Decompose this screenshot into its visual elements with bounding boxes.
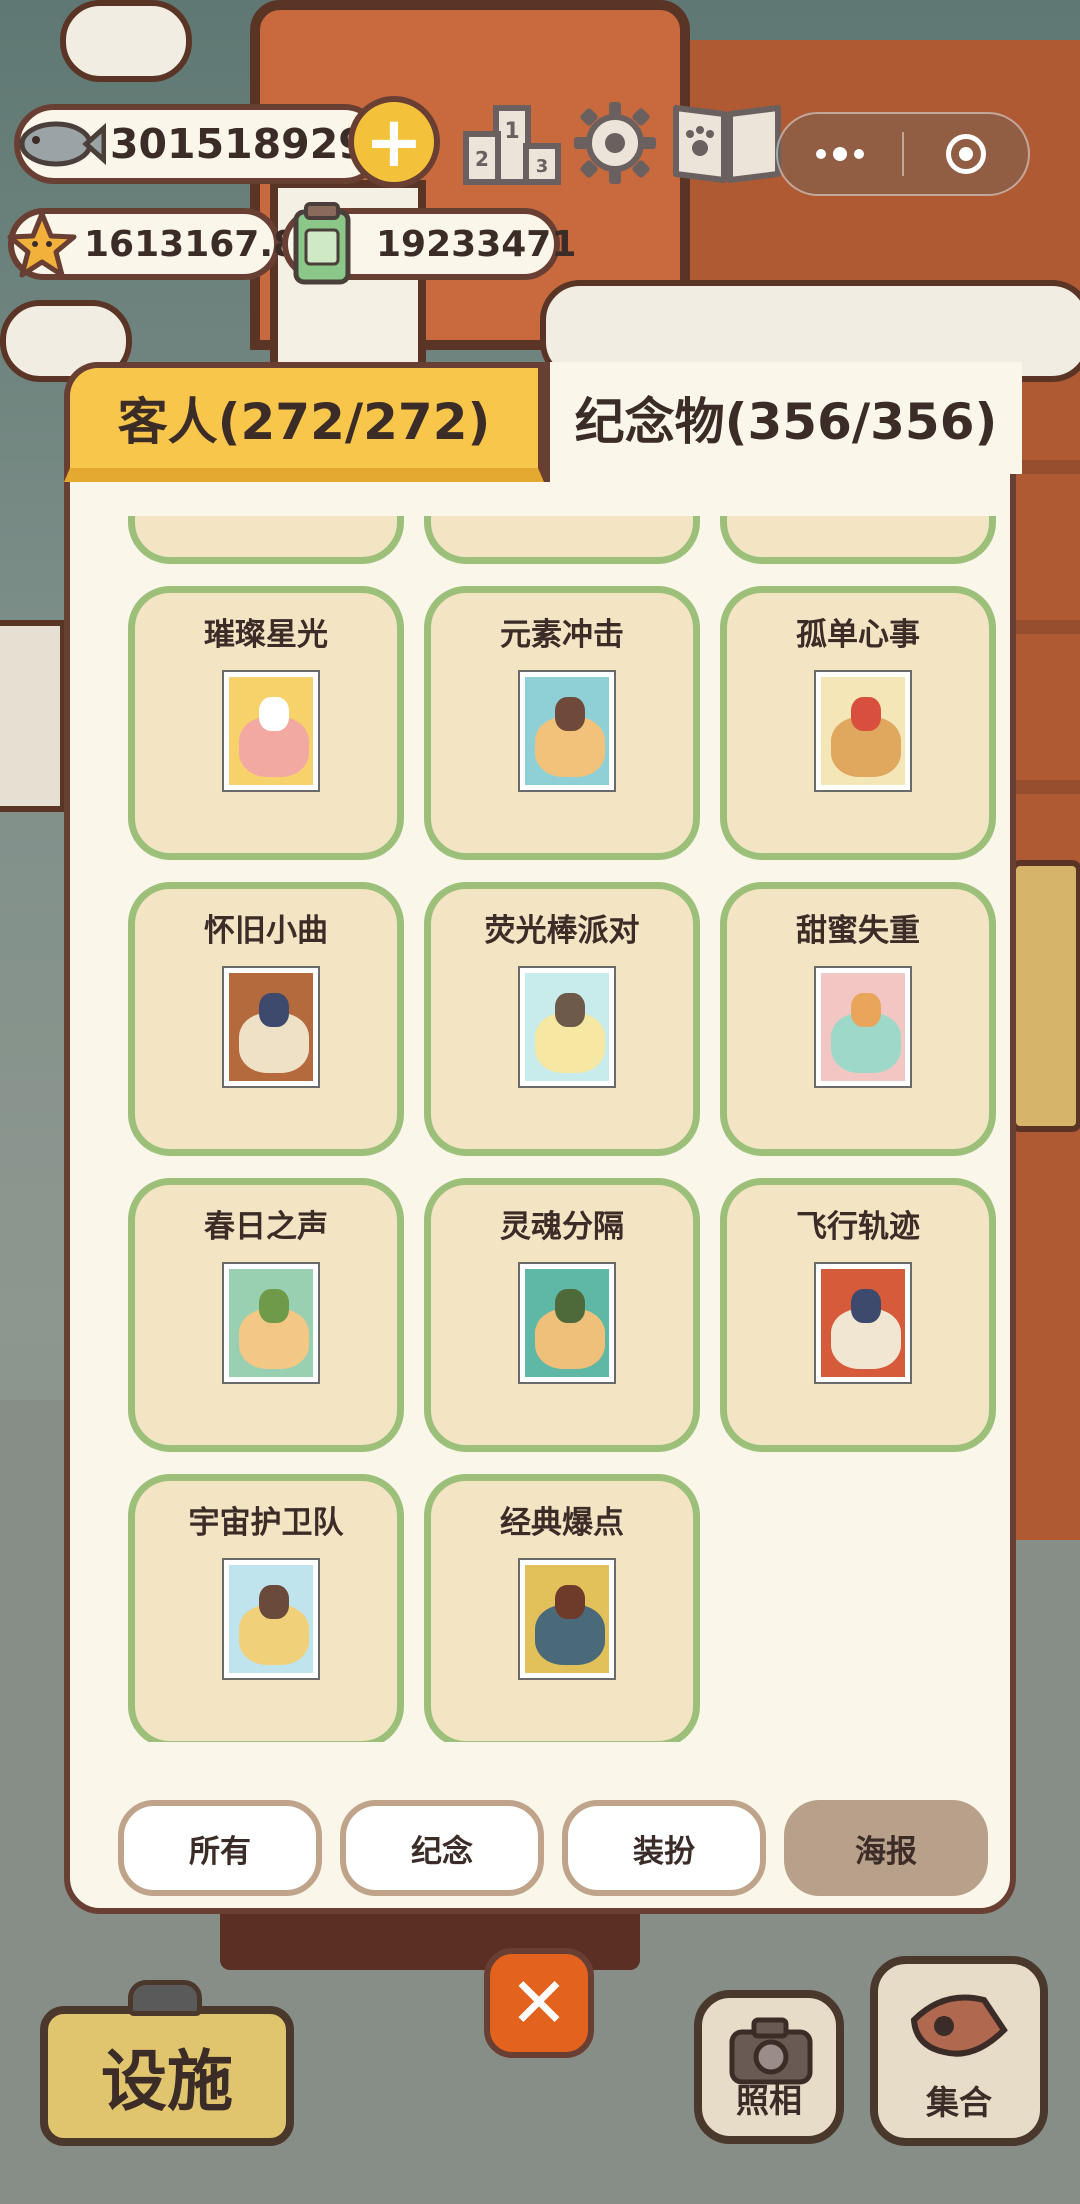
- souvenir-name: 宇宙护卫队: [188, 1505, 344, 1541]
- poster-image: [518, 1262, 616, 1384]
- souvenir-name: 灵魂分隔: [500, 1209, 624, 1245]
- photo-button[interactable]: 照相: [694, 1990, 844, 2144]
- filter-outfit-button[interactable]: 装扮: [562, 1800, 766, 1896]
- add-fish-button[interactable]: +: [348, 96, 440, 188]
- target-icon: [946, 134, 986, 174]
- gather-label: 集合: [926, 2083, 992, 2122]
- facility-button[interactable]: 设施: [40, 2006, 294, 2146]
- souvenir-name: 孤单心事: [796, 617, 920, 653]
- svg-text:3: 3: [536, 156, 549, 177]
- souvenir-card-partial[interactable]: [424, 516, 700, 564]
- star-icon: [6, 210, 78, 280]
- souvenir-name: 璀璨星光: [204, 617, 328, 653]
- souvenir-card-partial[interactable]: [128, 516, 404, 564]
- svg-text:1: 1: [504, 119, 519, 144]
- poster-image: [222, 966, 320, 1088]
- souvenir-name: 春日之声: [204, 1209, 328, 1245]
- poster-image: [814, 670, 912, 792]
- souvenir-card[interactable]: 宇宙护卫队: [128, 1474, 404, 1742]
- exit-mini-program-button[interactable]: [904, 114, 1028, 194]
- poster-image: [814, 1262, 912, 1384]
- souvenir-card[interactable]: 怀旧小曲: [128, 882, 404, 1156]
- more-menu-button[interactable]: [778, 114, 902, 194]
- poster-image: [222, 1558, 320, 1680]
- souvenir-card[interactable]: 璀璨星光: [128, 586, 404, 860]
- filter-bar: 所有 纪念 装扮 海报: [118, 1800, 988, 1896]
- star-count: 1613167.8: [84, 223, 299, 265]
- souvenir-name: 甜蜜失重: [796, 913, 920, 949]
- filter-souvenir-button[interactable]: 纪念: [340, 1800, 544, 1896]
- souvenir-card-partial[interactable]: [720, 516, 996, 564]
- souvenir-name: 怀旧小曲: [204, 913, 328, 949]
- souvenir-card[interactable]: 元素冲击: [424, 586, 700, 860]
- paw-book-icon[interactable]: [668, 96, 786, 186]
- ticket-icon: [282, 200, 362, 288]
- mini-program-capsule: [776, 112, 1030, 196]
- souvenir-card[interactable]: 荧光棒派对: [424, 882, 700, 1156]
- close-button[interactable]: ✕: [484, 1948, 594, 2058]
- settings-gear-icon[interactable]: [570, 98, 660, 188]
- souvenir-card[interactable]: 甜蜜失重: [720, 882, 996, 1156]
- tab-souvenirs[interactable]: 纪念物(356/356): [550, 362, 1022, 474]
- poster-image: [518, 966, 616, 1088]
- filter-all-button[interactable]: 所有: [118, 1800, 322, 1896]
- souvenir-card[interactable]: 灵魂分隔: [424, 1178, 700, 1452]
- more-dots-icon: [816, 147, 864, 161]
- bamboo-post: [1010, 860, 1080, 1132]
- ticket-count: 19233471: [376, 223, 577, 265]
- snow-pile: [60, 0, 192, 82]
- photo-label: 照相: [736, 2081, 802, 2120]
- souvenir-name: 元素冲击: [500, 617, 624, 653]
- souvenir-card[interactable]: 春日之声: [128, 1178, 404, 1452]
- tab-guests[interactable]: 客人(272/272): [64, 362, 544, 482]
- poster-image: [518, 670, 616, 792]
- souvenir-name: 荧光棒派对: [484, 913, 640, 949]
- leaderboard-icon[interactable]: 1 2 3: [462, 100, 562, 186]
- filter-poster-button[interactable]: 海报: [784, 1800, 988, 1896]
- clipboard-clip-icon: [128, 1980, 202, 2016]
- fish-icon: [14, 108, 107, 180]
- souvenir-card[interactable]: 孤单心事: [720, 586, 996, 860]
- souvenir-card[interactable]: 飞行轨迹: [720, 1178, 996, 1452]
- souvenir-name: 经典爆点: [500, 1505, 624, 1541]
- poster-image: [814, 966, 912, 1088]
- souvenir-grid[interactable]: 璀璨星光 元素冲击 孤单心事怀旧小曲 荧光棒派对 甜蜜失重春日之声 灵魂分隔 飞行轨迹宇宙护…: [92, 516, 1000, 1742]
- poster-image: [222, 1262, 320, 1384]
- collection-panel: 客人(272/272) 纪念物(356/356) 璀璨星光 元素冲击 孤单心事怀旧小…: [64, 362, 1022, 1914]
- poster-image: [222, 670, 320, 792]
- poster-image: [518, 1558, 616, 1680]
- fence: [0, 620, 66, 812]
- souvenir-card[interactable]: 经典爆点: [424, 1474, 700, 1742]
- souvenir-name: 飞行轨迹: [796, 1209, 920, 1245]
- gather-button[interactable]: 集合: [870, 1956, 1048, 2146]
- svg-text:2: 2: [475, 147, 489, 171]
- whistle-icon: [910, 1994, 1008, 2057]
